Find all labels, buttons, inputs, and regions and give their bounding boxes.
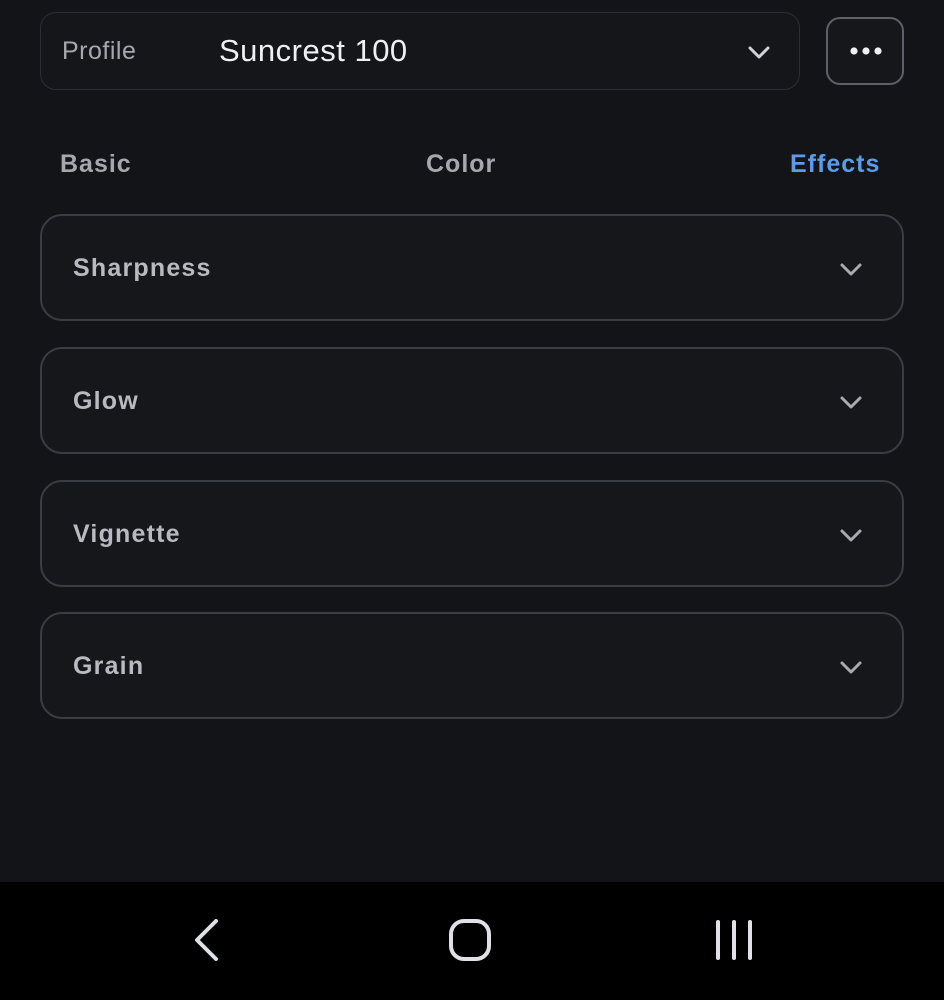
system-nav-bar — [0, 882, 944, 1000]
profile-label: Profile — [62, 37, 137, 65]
section-sharpness[interactable]: Sharpness — [40, 214, 904, 321]
chevron-down-icon — [840, 263, 862, 276]
section-title: Vignette — [73, 520, 181, 548]
more-horizontal-icon — [850, 47, 882, 55]
section-vignette[interactable]: Vignette — [40, 480, 904, 587]
back-icon — [195, 919, 218, 961]
tab-color[interactable]: Color — [426, 150, 496, 179]
home-icon — [449, 919, 491, 961]
chevron-down-icon — [840, 529, 862, 542]
chevron-down-icon — [748, 46, 770, 59]
chevron-down-icon — [840, 661, 862, 674]
section-title: Glow — [73, 387, 139, 415]
section-title: Sharpness — [73, 254, 212, 282]
app-screen: Profile Suncrest 100 Basic Color Effects… — [0, 0, 944, 1000]
profile-value: Suncrest 100 — [219, 33, 408, 68]
home-button[interactable] — [446, 916, 494, 964]
tab-effects[interactable]: Effects — [790, 150, 880, 179]
back-button[interactable] — [186, 916, 230, 964]
tab-basic[interactable]: Basic — [60, 150, 132, 179]
more-options-button[interactable] — [826, 17, 904, 85]
chevron-down-icon — [840, 396, 862, 409]
section-grain[interactable]: Grain — [40, 612, 904, 719]
recents-button[interactable] — [710, 918, 758, 962]
recents-icon — [716, 920, 752, 960]
profile-dropdown[interactable]: Profile Suncrest 100 — [40, 12, 800, 90]
section-glow[interactable]: Glow — [40, 347, 904, 454]
section-title: Grain — [73, 652, 145, 680]
